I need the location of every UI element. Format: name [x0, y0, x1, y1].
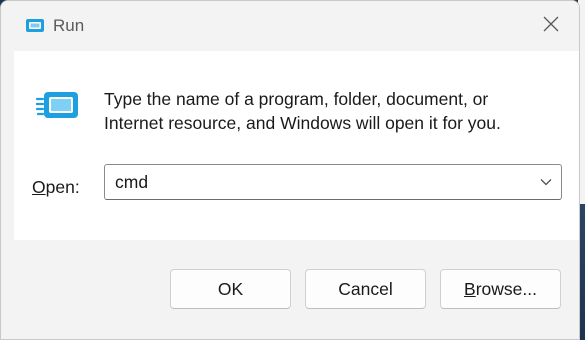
- browse-label-rest: rowse...: [475, 278, 537, 299]
- run-dialog: Run Type the name of a program, folder, …: [0, 0, 580, 340]
- description-line-1: Type the name of a program, folder, docu…: [104, 89, 489, 109]
- title-bar: Run: [1, 1, 579, 51]
- open-combobox[interactable]: [104, 164, 562, 200]
- window-title: Run: [53, 16, 85, 35]
- ok-button[interactable]: OK: [170, 269, 291, 309]
- open-label: Open:: [32, 177, 80, 198]
- dialog-body: Type the name of a program, folder, docu…: [14, 51, 579, 240]
- cancel-button[interactable]: Cancel: [305, 269, 426, 309]
- chevron-down-icon: [540, 173, 552, 191]
- close-button[interactable]: [523, 1, 579, 51]
- open-dropdown-button[interactable]: [531, 165, 561, 199]
- run-program-icon: [34, 91, 80, 127]
- open-label-accelerator: O: [32, 177, 46, 197]
- run-icon: [24, 15, 46, 37]
- description-line-2: Internet resource, and Windows will open…: [104, 113, 501, 133]
- open-label-rest: pen:: [45, 177, 80, 197]
- open-input[interactable]: [105, 165, 525, 199]
- close-icon: [543, 16, 559, 37]
- browse-button[interactable]: Browse...: [440, 269, 561, 309]
- browse-accelerator: B: [464, 278, 476, 299]
- dialog-description: Type the name of a program, folder, docu…: [104, 87, 544, 135]
- button-bar: OK Cancel Browse...: [1, 240, 579, 339]
